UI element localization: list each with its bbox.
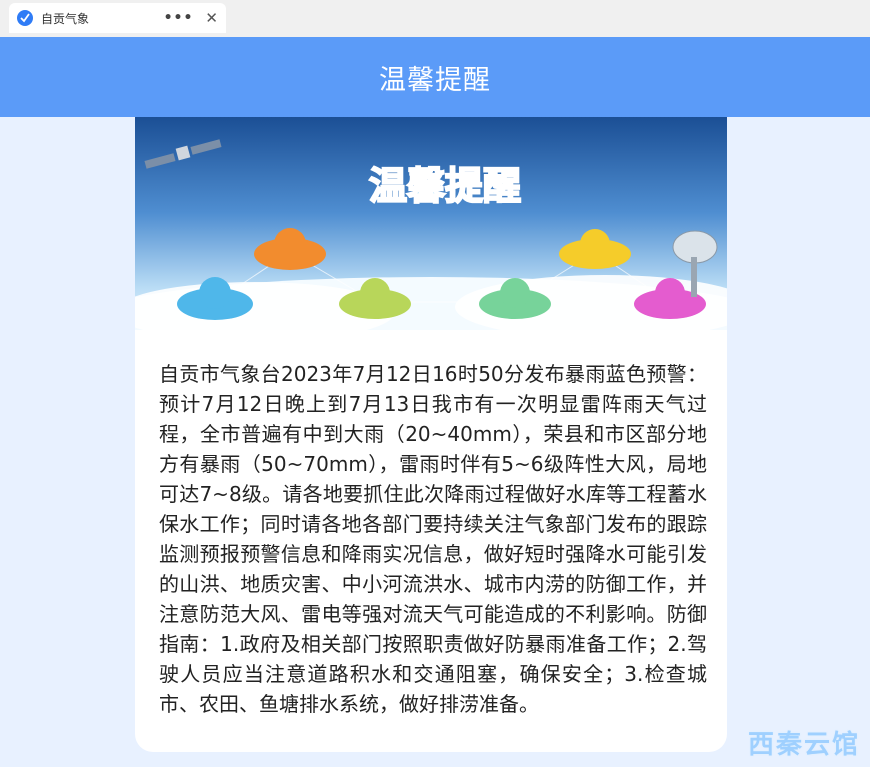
svg-text:温馨提醒: 温馨提醒 <box>369 164 521 208</box>
notice-text: 自贡市气象台2023年7月12日16时50分发布暴雨蓝色预警：预计7月12日晚上… <box>159 362 707 716</box>
app-logo-icon <box>17 10 33 26</box>
page-header: 温馨提醒 <box>0 37 870 117</box>
close-icon[interactable]: ✕ <box>205 9 218 27</box>
notice-card: 温馨提醒 自贡市气象台2023年7月12日16时50分发布暴雨蓝色预警：预计7月… <box>135 117 727 752</box>
browser-tab-bar: 自贡气象 ••• ✕ <box>0 0 870 37</box>
browser-tab[interactable]: 自贡气象 ••• ✕ <box>9 3 226 33</box>
banner-image: 温馨提醒 <box>135 117 727 330</box>
watermark-logo: 西秦云馆 <box>747 730 860 760</box>
more-options-icon[interactable]: ••• <box>164 10 194 26</box>
page-title: 温馨提醒 <box>379 64 491 96</box>
tab-title: 自贡气象 <box>41 11 90 26</box>
